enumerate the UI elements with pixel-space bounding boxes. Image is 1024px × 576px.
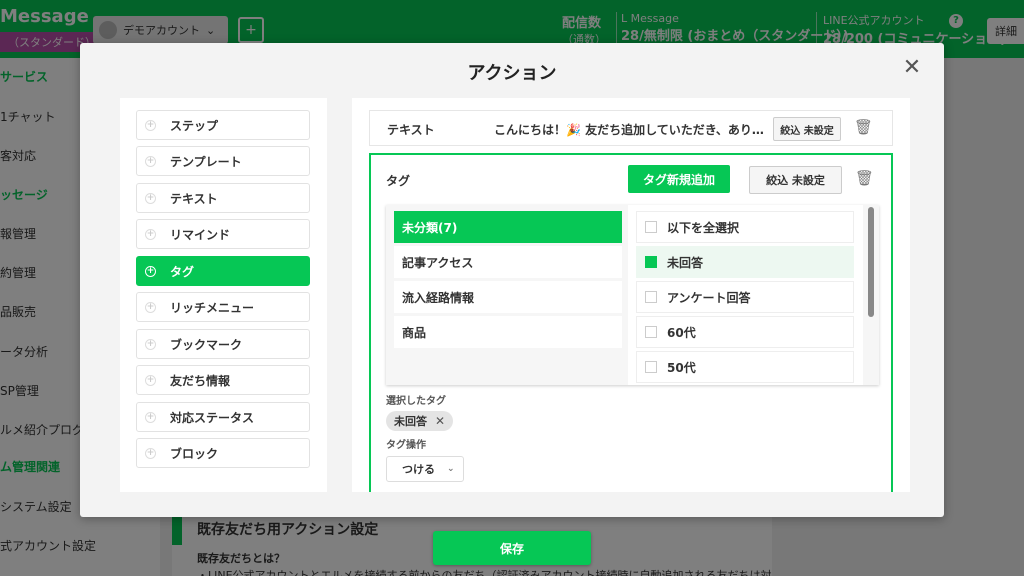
plus-circle-icon: + <box>145 155 156 167</box>
tag-operation-value: つける <box>402 463 435 476</box>
selected-tags-label: 選択したタグ <box>386 396 446 407</box>
action-type-list: + ステップ + テンプレート + テキスト + リマインド + タグ + リッチメニュー … <box>120 98 327 492</box>
tag-picker: 未分類(7) 記事アクセス 流入経路情報 商品 以下を全選択 未回答 アンケート… <box>386 205 879 385</box>
tag-item[interactable]: アンケート回答 <box>636 281 854 313</box>
tag-category-item[interactable]: 商品 <box>394 316 622 348</box>
tag-item[interactable]: 未回答 <box>636 246 854 278</box>
action-item-friend-info[interactable]: + 友だち情報 <box>136 365 310 395</box>
plus-circle-icon: + <box>145 374 156 386</box>
text-filter-button[interactable]: 絞込 未設定 <box>773 117 841 141</box>
action-label: リマインド <box>170 227 231 242</box>
action-label: テキスト <box>170 191 218 206</box>
tag-label: 未回答 <box>667 255 704 270</box>
action-item-step[interactable]: + ステップ <box>136 110 310 140</box>
tag-category-item[interactable]: 流入経路情報 <box>394 281 622 313</box>
action-item-block[interactable]: + ブロック <box>136 438 310 468</box>
action-item-tag[interactable]: + タグ <box>136 256 310 286</box>
tag-label: アンケート回答 <box>667 290 751 305</box>
action-item-text[interactable]: + テキスト <box>136 183 310 213</box>
tag-list: 以下を全選択 未回答 アンケート回答 60代 50代 <box>628 205 863 385</box>
chevron-down-icon: ⌄ <box>447 464 455 474</box>
plus-circle-icon: + <box>145 411 156 423</box>
checkbox[interactable] <box>645 291 657 303</box>
text-action-row[interactable]: テキスト こんにちは！🎉 友だち追加していただき、あり… 絞込 未設定 🗑 <box>369 110 893 146</box>
tag-category-item[interactable]: 記事アクセス <box>394 246 622 278</box>
tag-category-item[interactable]: 未分類(7) <box>394 211 622 243</box>
plus-circle-icon: + <box>145 119 156 131</box>
tag-item[interactable]: 60代 <box>636 316 854 348</box>
action-label: タグ <box>170 264 195 279</box>
plus-circle-icon: + <box>145 447 156 459</box>
chip-label: 未回答 <box>394 415 427 428</box>
checkbox[interactable] <box>645 361 657 373</box>
modal-title: アクション <box>467 63 557 84</box>
action-label: 友だち情報 <box>170 373 231 388</box>
tag-item[interactable]: 50代 <box>636 351 854 383</box>
tag-operation-select[interactable]: つける ⌄ <box>386 456 464 482</box>
action-item-rich-menu[interactable]: + リッチメニュー <box>136 292 310 322</box>
plus-circle-icon: + <box>145 338 156 350</box>
remove-icon[interactable]: ✕ <box>435 414 445 428</box>
tag-category-list: 未分類(7) 記事アクセス 流入経路情報 商品 <box>386 205 628 385</box>
tag-action-label: タグ <box>386 174 411 188</box>
selected-tag-chip: 未回答 ✕ <box>386 411 454 431</box>
trash-icon[interactable]: 🗑 <box>855 169 874 189</box>
tag-label: 60代 <box>667 325 696 340</box>
plus-circle-icon: + <box>145 301 156 313</box>
checkbox[interactable] <box>645 256 657 268</box>
action-config-panel: テキスト こんにちは！🎉 友だち追加していただき、あり… 絞込 未設定 🗑 タグ… <box>352 98 910 492</box>
tag-label: 50代 <box>667 360 696 375</box>
action-item-template[interactable]: + テンプレート <box>136 146 310 176</box>
checkbox[interactable] <box>645 221 657 233</box>
checkbox[interactable] <box>645 326 657 338</box>
tag-operation-label: タグ操作 <box>386 440 426 451</box>
action-modal: アクション ✕ + ステップ + テンプレート + テキスト + リマインド + タグ +… <box>80 43 944 517</box>
action-label: ブロック <box>170 446 219 461</box>
action-label: 対応ステータス <box>170 410 255 425</box>
trash-icon[interactable]: 🗑 <box>854 118 873 138</box>
text-action-label: テキスト <box>387 123 435 137</box>
action-label: ステップ <box>170 118 219 133</box>
plus-circle-icon: + <box>145 228 156 240</box>
add-tag-button[interactable]: タグ新規追加 <box>628 165 730 193</box>
action-label: リッチメニュー <box>170 300 255 315</box>
tag-filter-button[interactable]: 絞込 未設定 <box>749 166 842 194</box>
tag-action-block: タグ タグ新規追加 絞込 未設定 🗑 未分類(7) 記事アクセス 流入経路情報 … <box>369 153 893 492</box>
tag-list-scrollbar[interactable] <box>868 207 874 317</box>
action-label: テンプレート <box>170 154 242 169</box>
tag-item-select-all[interactable]: 以下を全選択 <box>636 211 854 243</box>
save-button[interactable]: 保存 <box>433 531 591 565</box>
action-item-remind[interactable]: + リマインド <box>136 219 310 249</box>
action-item-status[interactable]: + 対応ステータス <box>136 402 310 432</box>
action-label: ブックマーク <box>170 337 243 352</box>
close-icon[interactable]: ✕ <box>900 56 924 80</box>
action-item-bookmark[interactable]: + ブックマーク <box>136 329 310 359</box>
plus-circle-icon: + <box>145 265 156 277</box>
text-action-preview: こんにちは！🎉 友だち追加していただき、あり… <box>494 123 764 137</box>
tag-label: 以下を全選択 <box>667 220 740 235</box>
plus-circle-icon: + <box>145 192 156 204</box>
